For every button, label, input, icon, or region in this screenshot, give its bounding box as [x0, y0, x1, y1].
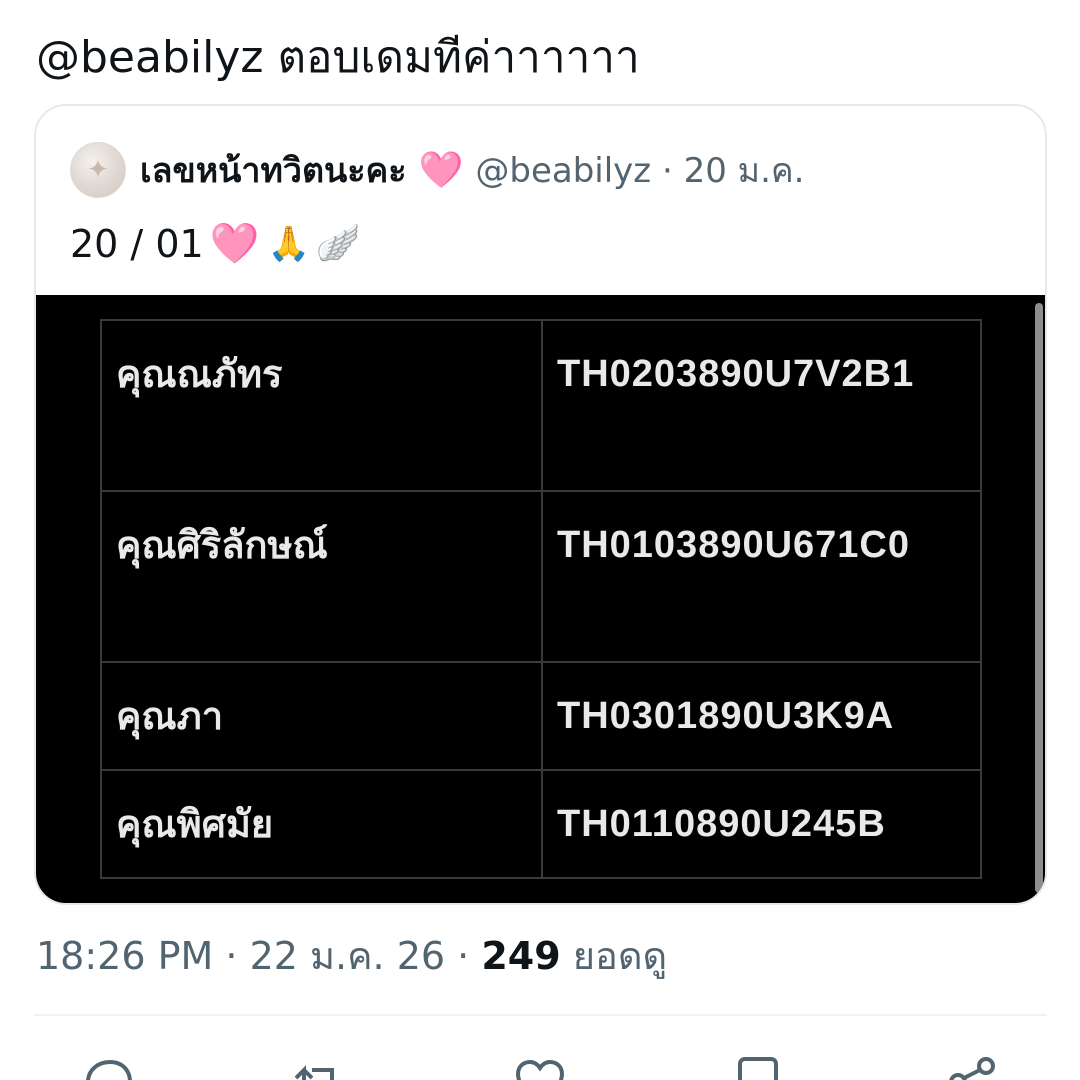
- codes-table: คุณณภัทร TH0203890U7V2B1 คุณศิริลักษณ์ T…: [100, 319, 982, 879]
- table-row: คุณพิศมัย TH0110890U245B: [100, 769, 982, 879]
- table-cell-code: TH0203890U7V2B1: [541, 319, 982, 492]
- views-label: ยอดดู: [572, 934, 668, 978]
- tweet-date[interactable]: 22 ม.ค. 26: [250, 934, 446, 978]
- bookmark-button[interactable]: [730, 1050, 786, 1080]
- quoted-body-text: 20 / 01: [70, 222, 204, 266]
- table-cell-code: TH0301890U3K9A: [541, 661, 982, 771]
- table-cell-code: TH0110890U245B: [541, 769, 982, 879]
- media-scrollbar[interactable]: [1035, 303, 1043, 893]
- table-row: คุณภา TH0301890U3K9A: [100, 661, 982, 771]
- share-icon: [949, 1057, 995, 1080]
- heart-emoji: 🩷: [418, 150, 464, 191]
- quoted-display-name[interactable]: เลขหน้าทวิตนะคะ: [140, 143, 407, 197]
- avatar[interactable]: ✦: [70, 142, 126, 198]
- quoted-tweet-header: ✦ เลขหน้าทวิตนะคะ 🩷 @beabilyz · 20 ม.ค.: [70, 142, 804, 198]
- wing-emoji: 🪽: [315, 223, 361, 264]
- heart-emoji: 🩷: [209, 221, 260, 267]
- share-button[interactable]: [944, 1050, 1000, 1080]
- table-cell-name: คุณณภัทร: [100, 319, 543, 492]
- table-row: คุณศิริลักษณ์ TH0103890U671C0: [100, 490, 982, 663]
- media-image[interactable]: คุณณภัทร TH0203890U7V2B1 คุณศิริลักษณ์ T…: [36, 295, 1045, 903]
- quoted-tweet-card[interactable]: ✦ เลขหน้าทวิตนะคะ 🩷 @beabilyz · 20 ม.ค. …: [34, 104, 1047, 905]
- quoted-tweet-text: 20 / 01 🩷 🙏 🪽: [70, 218, 361, 270]
- pray-emoji: 🙏: [267, 224, 310, 264]
- repost-button[interactable]: [290, 1050, 346, 1080]
- action-bar: [0, 1050, 1080, 1080]
- divider: [34, 1014, 1047, 1016]
- reply-icon: [86, 1059, 132, 1080]
- like-icon: [515, 1059, 565, 1080]
- bookmark-icon: [738, 1057, 778, 1080]
- table-cell-name: คุณภา: [100, 661, 543, 771]
- tweet-meta: 18:26 PM · 22 ม.ค. 26 · 249 ยอดดู: [36, 932, 667, 980]
- quoted-date[interactable]: 20 ม.ค.: [684, 151, 805, 191]
- table-cell-name: คุณศิริลักษณ์: [100, 490, 543, 663]
- repost-icon: [294, 1065, 334, 1080]
- table-row: คุณณภัทร TH0203890U7V2B1: [100, 319, 982, 492]
- meta-separator: ·: [457, 934, 470, 978]
- tweet-time[interactable]: 18:26 PM: [36, 934, 213, 978]
- table-cell-name: คุณพิศมัย: [100, 769, 543, 879]
- table-cell-code: TH0103890U671C0: [541, 490, 982, 663]
- like-button[interactable]: [512, 1050, 568, 1080]
- reply-button[interactable]: [80, 1050, 136, 1080]
- views-count: 249: [481, 934, 561, 978]
- quoted-handle-meta: @beabilyz · 20 ม.ค.: [475, 143, 804, 197]
- quoted-handle[interactable]: @beabilyz: [475, 151, 651, 191]
- meta-separator: ·: [661, 151, 673, 191]
- meta-separator: ·: [225, 934, 238, 978]
- reply-text: @beabilyz ตอบเดมทีค่าาาาาา: [36, 32, 640, 83]
